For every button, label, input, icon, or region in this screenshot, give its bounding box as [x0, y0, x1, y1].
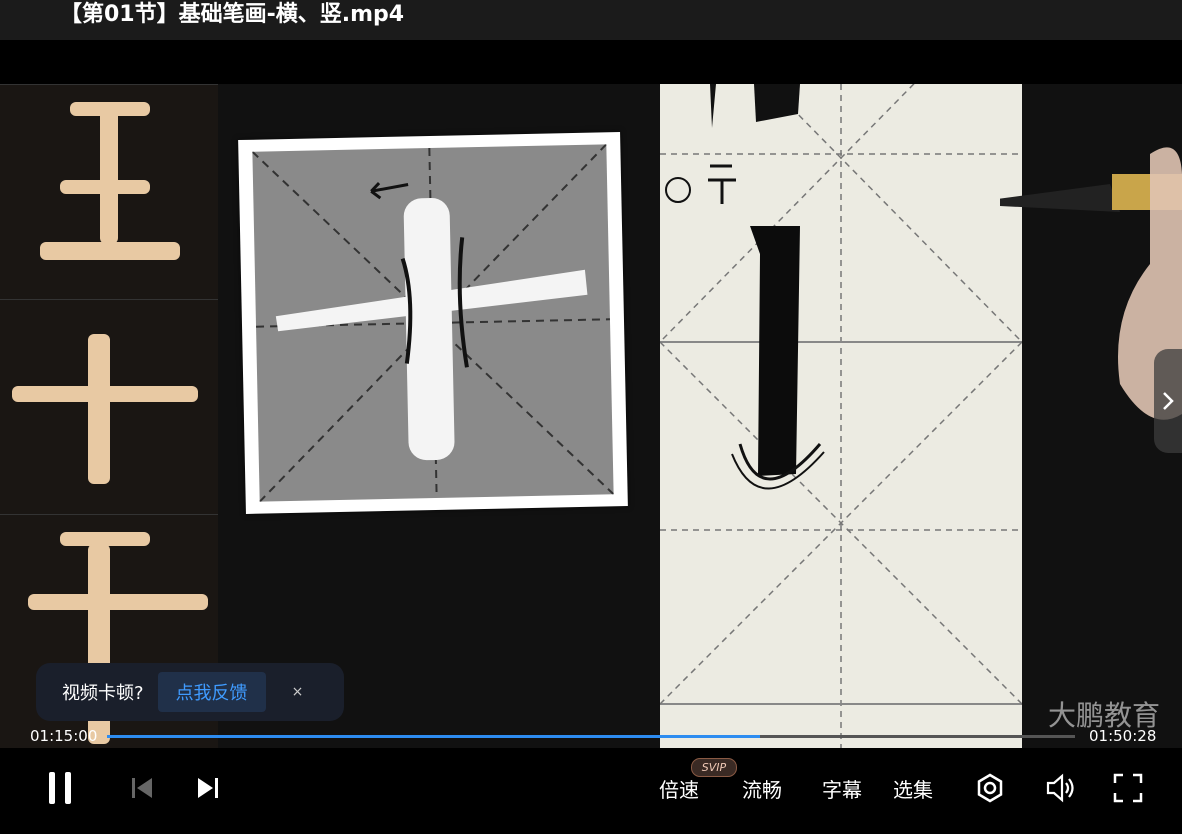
top-spacer [0, 40, 1182, 84]
fullscreen-button[interactable] [1113, 768, 1143, 808]
previous-icon [132, 778, 152, 798]
video-frame[interactable]: 大鹏教育 [0, 84, 1182, 748]
progress-row: 01:15:00 01:50:28 [0, 724, 1182, 748]
settings-button[interactable] [974, 768, 1006, 808]
progress-fill [107, 735, 761, 738]
speed-button[interactable]: 倍速 [659, 768, 699, 808]
title-bar: 【第01节】基础笔画-横、竖.mp4 [0, 0, 1182, 40]
playback-stall-toast: 视频卡顿? 点我反馈 × [36, 663, 344, 721]
progress-bar[interactable] [107, 735, 1075, 738]
video-title: 【第01节】基础笔画-横、竖.mp4 [60, 2, 405, 27]
current-time: 01:15:00 [30, 727, 98, 745]
previous-button[interactable] [130, 768, 156, 808]
volume-button[interactable] [1045, 768, 1077, 808]
calligraphy-column-image [0, 84, 218, 748]
episodes-button[interactable]: 选集 [893, 768, 933, 808]
control-bar: SVIP 倍速 流畅 字幕 选集 [0, 748, 1182, 834]
copybook-card-image [238, 132, 628, 514]
pause-button[interactable] [46, 768, 76, 808]
subtitle-button[interactable]: 字幕 [822, 768, 862, 808]
total-time: 01:50:28 [1089, 727, 1157, 745]
chevron-right-icon [1163, 392, 1174, 410]
next-button[interactable] [195, 768, 221, 808]
feedback-button[interactable]: 点我反馈 [157, 672, 266, 712]
settings-icon [977, 773, 1003, 803]
practice-paper-image [660, 84, 1022, 748]
fullscreen-icon [1113, 773, 1143, 803]
next-icon [198, 778, 218, 798]
close-icon[interactable]: × [292, 684, 304, 700]
toast-question: 视频卡顿? [62, 683, 144, 704]
pause-icon [49, 772, 71, 804]
volume-icon [1046, 773, 1074, 803]
quality-button[interactable]: 流畅 [742, 768, 782, 808]
next-video-side-button[interactable] [1154, 349, 1182, 453]
